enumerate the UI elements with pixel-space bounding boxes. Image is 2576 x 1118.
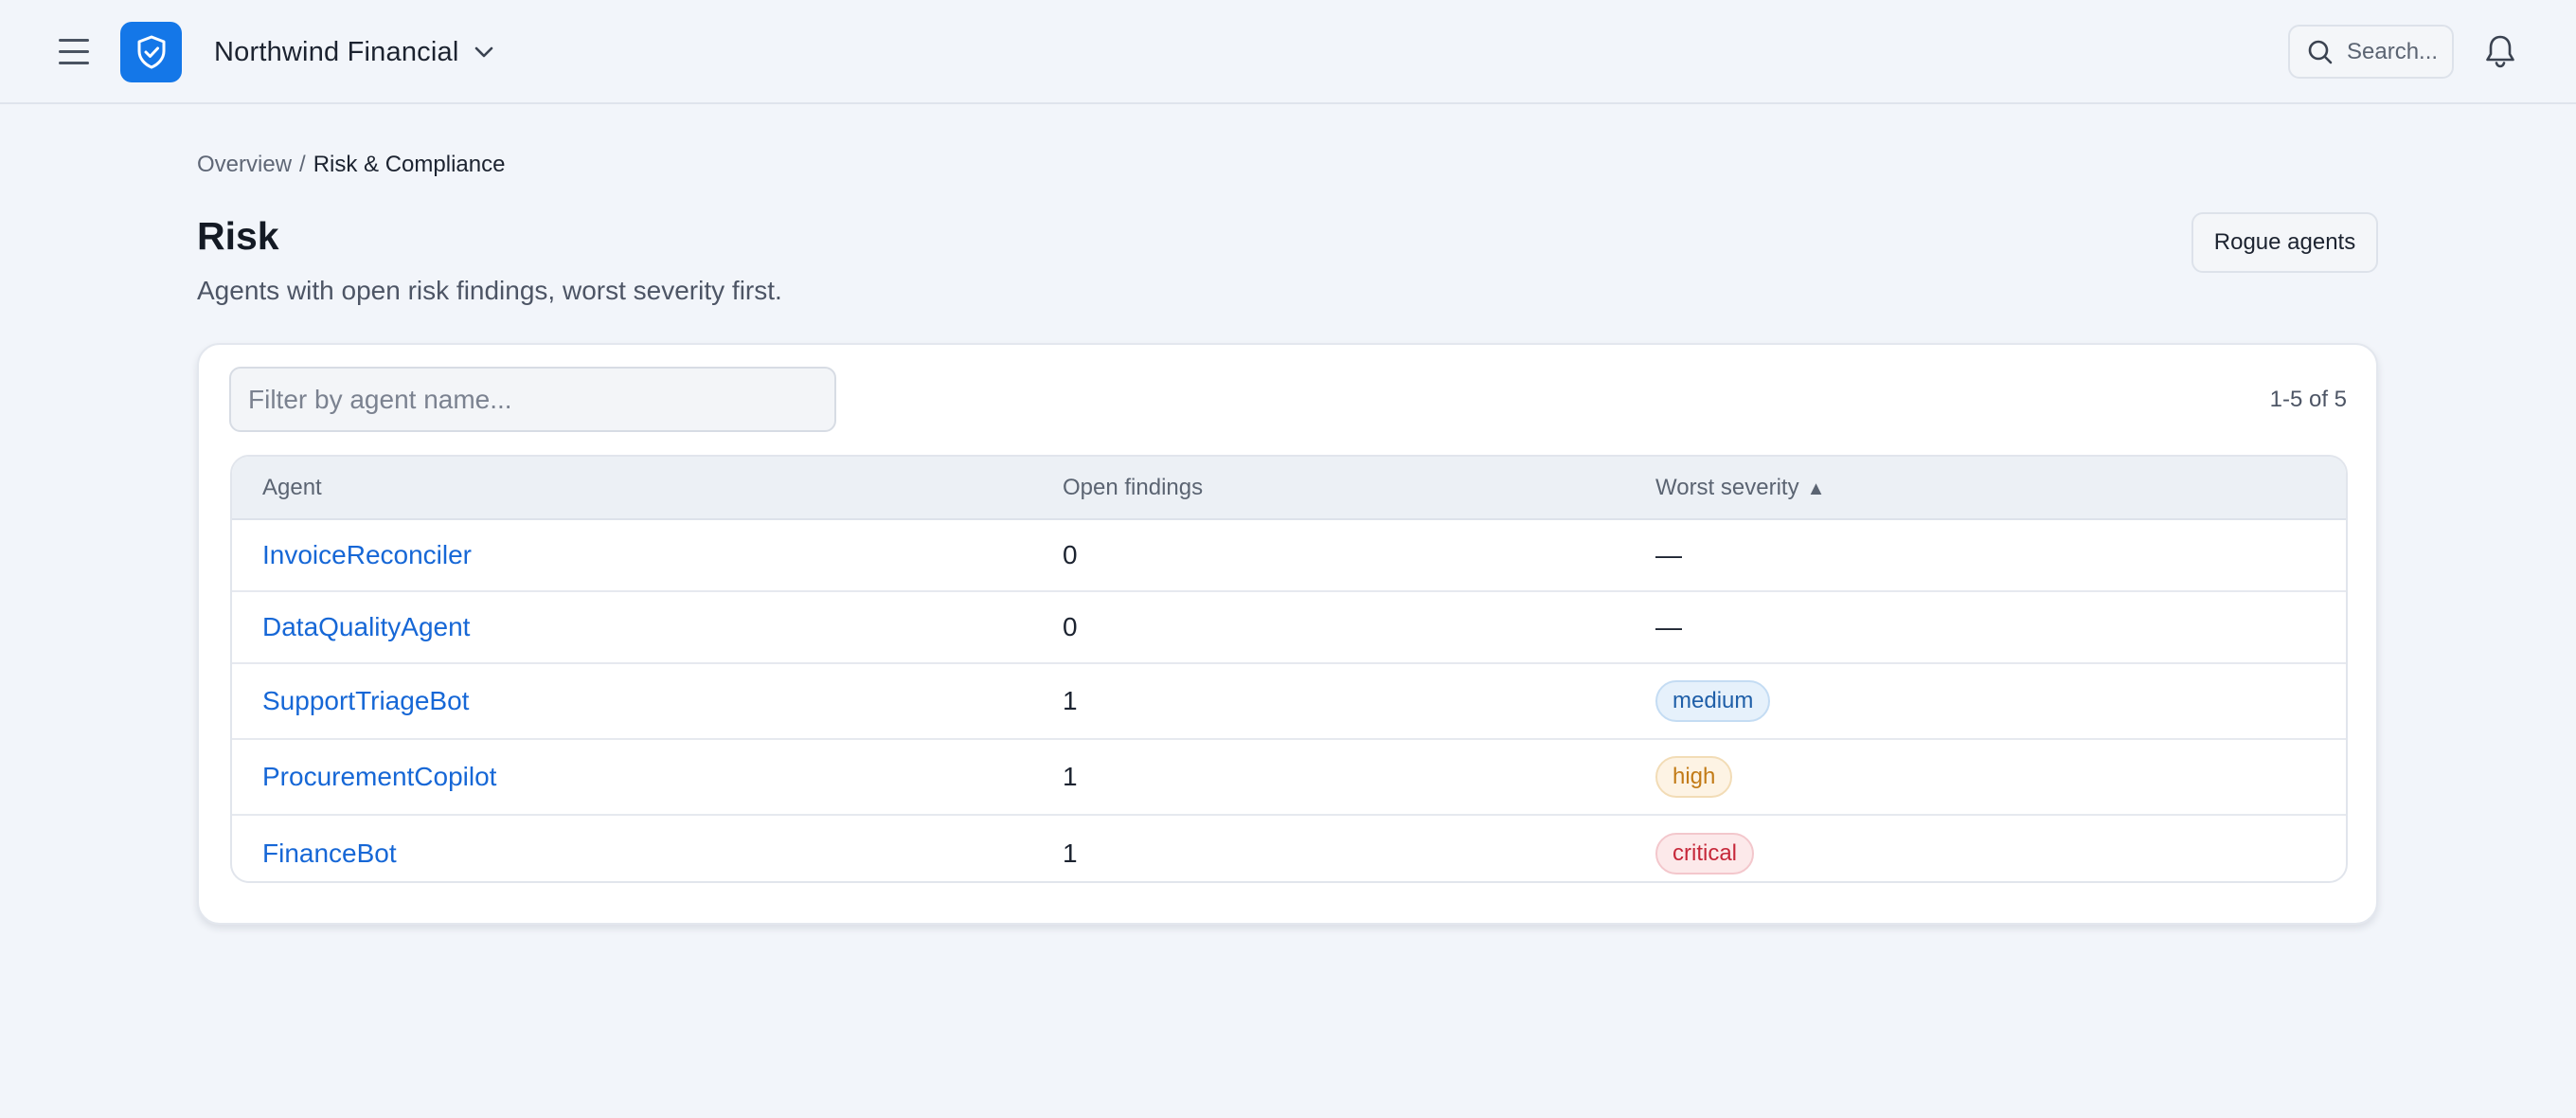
table-row: DataQualityAgent 0— (232, 591, 2346, 664)
cell-worst-severity: — (1655, 519, 2346, 592)
shield-check-icon-svg (137, 35, 165, 69)
column-header-worst-severity-label: Worst severity (1655, 474, 1799, 500)
cell-agent: FinanceBot (232, 815, 1063, 881)
column-header-agent[interactable]: Agent (232, 457, 1063, 520)
menu-icon[interactable] (59, 35, 91, 69)
risk-table-grid: Agent Open findings Worst severity ▲ Invo… (232, 457, 2346, 881)
table-row: FinanceBot 1 critical (232, 815, 2346, 881)
severity-none: — (1655, 612, 1682, 641)
severity-badge: critical (1655, 832, 1755, 875)
cell-agent: ProcurementCopilot (232, 739, 1063, 816)
menu-icon-line (59, 39, 89, 42)
search-icon (2307, 39, 2334, 65)
top-bar: Northwind Financial Search... (0, 0, 2576, 104)
column-header-open-findings[interactable]: Open findings (1063, 457, 1655, 520)
sort-ascending-icon: ▲ (1806, 478, 1826, 499)
severity-none: — (1655, 540, 1682, 569)
table-row: InvoiceReconciler 0— (232, 519, 2346, 592)
cell-open-findings: 1 (1063, 838, 1078, 868)
breadcrumb-current: Risk & Compliance (313, 152, 506, 177)
shield-check-icon[interactable] (120, 22, 182, 82)
bell-icon[interactable] (2481, 32, 2519, 70)
table-row: SupportTriageBot 1 medium (232, 663, 2346, 740)
severity-badge: medium (1655, 680, 1771, 722)
table-header-row: Agent Open findings Worst severity ▲ (232, 457, 2346, 520)
agent-link[interactable]: FinanceBot (262, 838, 397, 868)
menu-icon-line (59, 62, 89, 64)
table-row: ProcurementCopilot 1 high (232, 739, 2346, 816)
menu-icon-line (59, 50, 89, 53)
cell-worst-severity: — (1655, 591, 2346, 664)
org-name: Northwind Financial (214, 36, 459, 67)
column-header-worst-severity[interactable]: Worst severity ▲ (1655, 457, 2346, 520)
agent-link[interactable]: SupportTriageBot (262, 686, 469, 715)
risk-card: 1-5 of 5 Agent Open findings Worst sever… (197, 343, 2378, 925)
result-count: 1-5 of 5 (2269, 387, 2347, 412)
cell-agent: SupportTriageBot (232, 663, 1063, 740)
cell-worst-severity: high (1655, 739, 2346, 816)
cell-worst-severity: critical (1655, 815, 2346, 881)
cell-open-findings: 1 (1063, 663, 1655, 740)
breadcrumb-separator: / (299, 152, 306, 177)
cell-open-findings: 0 (1063, 519, 1655, 592)
table-body: InvoiceReconciler 0— DataQualityAgent 0— Sup… (232, 519, 2346, 881)
severity-badge: high (1655, 756, 1733, 798)
breadcrumb: Overview / Risk & Compliance (197, 152, 505, 178)
cell-worst-severity: medium (1655, 663, 2346, 740)
page-title: Risk (197, 214, 279, 258)
search-box[interactable]: Search... (2288, 25, 2454, 79)
filter-input[interactable] (229, 367, 836, 432)
risk-table: Agent Open findings Worst severity ▲ Invo… (230, 455, 2348, 883)
breadcrumb-overview[interactable]: Overview (197, 152, 292, 177)
chevron-down-icon (474, 45, 494, 59)
cell-open-findings: 1 (1063, 739, 1655, 816)
agent-link[interactable]: InvoiceReconciler (262, 540, 472, 569)
agent-link[interactable]: ProcurementCopilot (262, 762, 496, 791)
rogue-agents-button[interactable]: Rogue agents (2191, 212, 2378, 273)
cell-open-findings: 0 (1063, 591, 1655, 664)
agent-link[interactable]: DataQualityAgent (262, 612, 470, 641)
search-placeholder: Search... (2347, 38, 2439, 64)
cell-agent: DataQualityAgent (232, 591, 1063, 664)
org-switcher[interactable]: Northwind Financial (214, 28, 494, 76)
page-subtitle: Agents with open risk findings, worst se… (197, 276, 782, 305)
cell-agent: InvoiceReconciler (232, 519, 1063, 592)
